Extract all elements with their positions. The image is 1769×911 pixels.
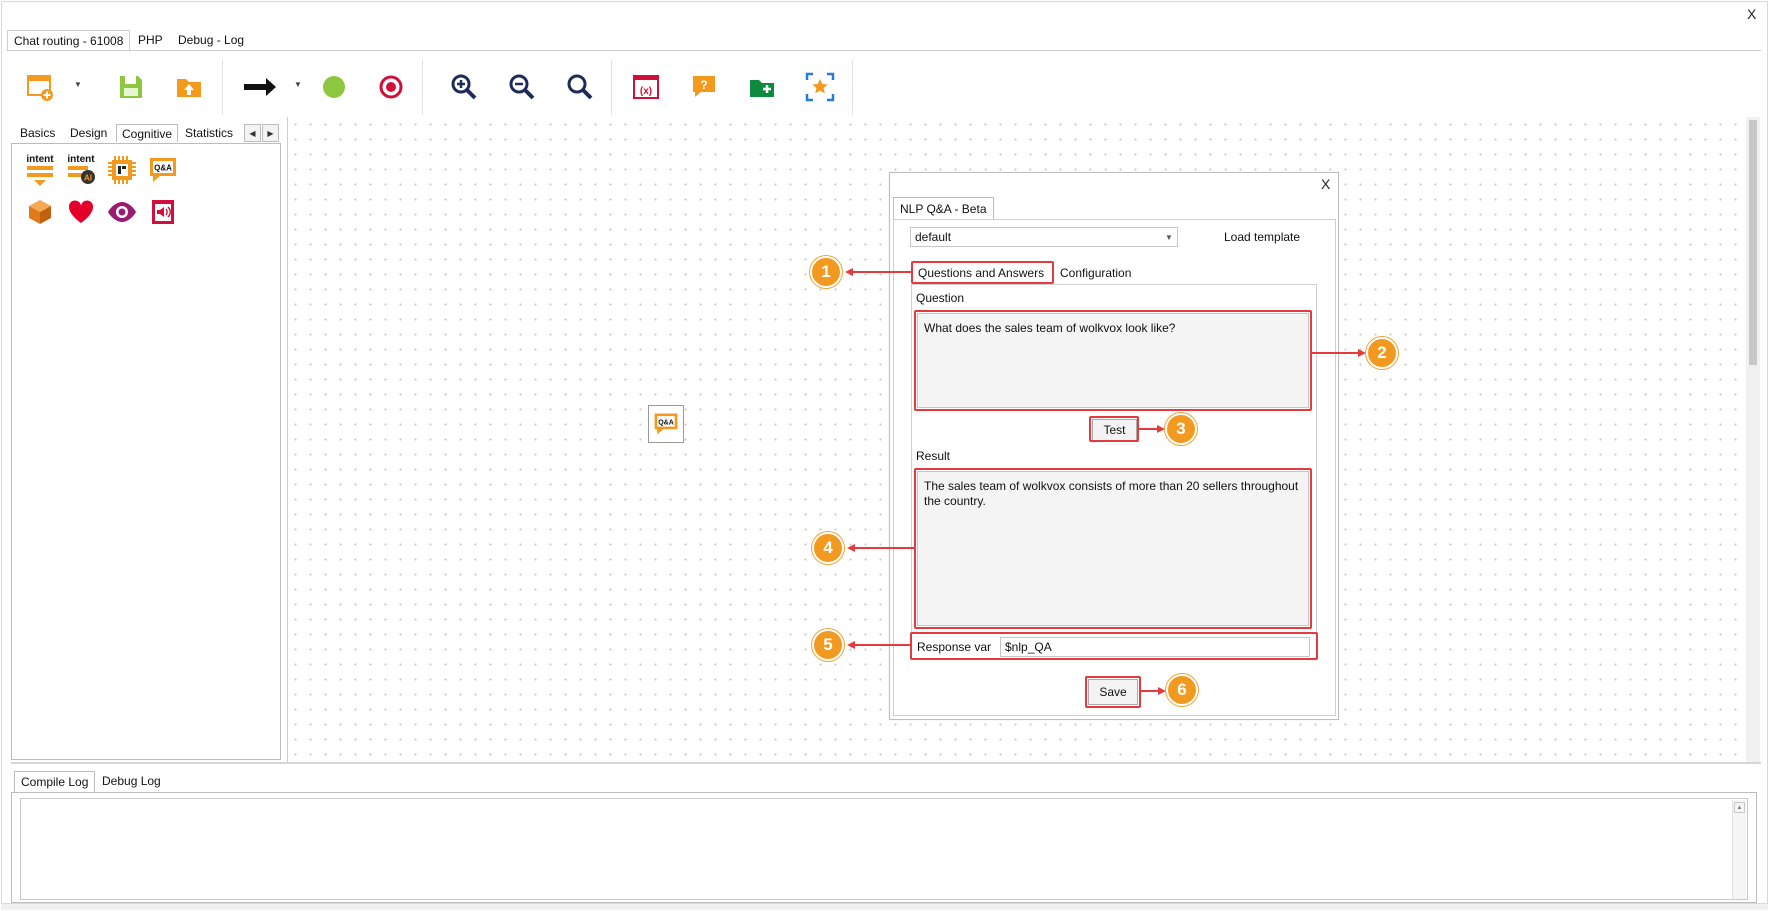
- new-flow-dropdown-icon[interactable]: ▼: [74, 80, 82, 89]
- start-node-button[interactable]: [314, 64, 354, 110]
- intent-ai-badge: AI: [84, 174, 92, 183]
- palette-chip[interactable]: [105, 153, 139, 187]
- qa-node-icon: Q&A: [654, 413, 678, 435]
- splitter[interactable]: [11, 762, 1761, 764]
- log-output[interactable]: [20, 798, 1748, 900]
- end-node-button[interactable]: [371, 64, 411, 110]
- connector-dropdown-icon[interactable]: ▼: [294, 80, 302, 89]
- highlight-question: [914, 310, 1312, 411]
- annotation-badge-2: 2: [1366, 337, 1398, 369]
- canvas-qa-node[interactable]: Q&A: [648, 405, 684, 443]
- tabs-scroll-left-button[interactable]: ◀: [244, 124, 261, 142]
- add-folder-button[interactable]: [742, 64, 782, 110]
- highlight-questions-tab: [911, 261, 1054, 284]
- help-button[interactable]: ?: [684, 64, 724, 110]
- tab-php[interactable]: PHP: [132, 30, 169, 50]
- zoom-in-icon: [451, 74, 477, 100]
- qa-icon: Q&A: [150, 158, 176, 182]
- palette-intent[interactable]: intent: [23, 153, 57, 187]
- load-template-button[interactable]: Load template: [1224, 230, 1300, 244]
- zoom-out-icon: [509, 74, 535, 100]
- annotation-badge-5: 5: [812, 629, 844, 661]
- annotation-badge-1: 1: [810, 256, 842, 288]
- tabs-scroll-right-button[interactable]: ▶: [262, 124, 279, 142]
- svg-text:?: ?: [700, 78, 707, 92]
- palette-heart[interactable]: [64, 195, 98, 229]
- zoom-fit-icon: [567, 74, 593, 100]
- scroll-up-icon[interactable]: ▲: [1734, 802, 1745, 813]
- open-button[interactable]: [169, 64, 209, 110]
- end-node-icon: [379, 75, 403, 99]
- upload-folder-icon: [177, 79, 201, 97]
- qa-node-label: Q&A: [658, 419, 674, 426]
- zoom-fit-button[interactable]: [560, 64, 600, 110]
- annotation-badge-3: 3: [1165, 413, 1197, 445]
- tab-design[interactable]: Design: [65, 124, 112, 142]
- help-chat-icon: ?: [693, 76, 715, 97]
- template-select[interactable]: default: [910, 227, 1178, 247]
- result-label: Result: [916, 449, 951, 463]
- box-icon: [29, 200, 51, 224]
- highlight-result: [914, 468, 1312, 629]
- palette-speaker[interactable]: [146, 195, 180, 229]
- subtab-configuration[interactable]: Configuration: [1056, 264, 1135, 284]
- save-icon: [120, 76, 142, 98]
- question-label: Question: [916, 291, 965, 305]
- intent-icon: intent: [26, 154, 54, 186]
- save-button[interactable]: [111, 64, 151, 110]
- start-node-icon: [323, 76, 345, 98]
- status-strip: [1, 903, 1768, 910]
- center-view-icon: [805, 72, 835, 102]
- qa-icon-text: Q&A: [154, 164, 172, 173]
- svg-text:(x): (x): [640, 86, 652, 97]
- tab-divider: [6, 50, 1761, 51]
- highlight-response-var: [910, 632, 1318, 660]
- chevron-down-icon[interactable]: ▼: [1165, 233, 1173, 242]
- variables-button[interactable]: (x): [626, 64, 666, 110]
- intent-text: intent: [26, 154, 54, 165]
- palette-eye[interactable]: [105, 195, 139, 229]
- tab-debug-log-bottom[interactable]: Debug Log: [96, 771, 167, 792]
- zoom-out-button[interactable]: [502, 64, 542, 110]
- tab-statistics[interactable]: Statistics: [180, 124, 238, 142]
- variables-icon: (x): [633, 75, 659, 99]
- annotation-badge-6: 6: [1166, 674, 1198, 706]
- dialog-close-button[interactable]: X: [1321, 176, 1330, 192]
- tab-chat-routing[interactable]: Chat routing - 61008: [7, 30, 131, 51]
- canvas-scroll-thumb[interactable]: [1749, 120, 1757, 365]
- highlight-test: [1089, 416, 1139, 442]
- highlight-save: [1085, 676, 1141, 708]
- tab-compile-log[interactable]: Compile Log: [14, 771, 96, 792]
- arrow-connector-icon: [244, 78, 276, 96]
- connector-button[interactable]: [240, 64, 280, 110]
- new-flow-icon: [27, 75, 53, 101]
- palette-box[interactable]: [23, 195, 57, 229]
- new-flow-button[interactable]: [20, 64, 60, 110]
- heart-icon: [68, 200, 94, 223]
- palette-intent-ai[interactable]: intent AI: [64, 153, 98, 187]
- intent-ai-icon: intent AI: [67, 154, 95, 184]
- eye-icon: [108, 202, 136, 222]
- tab-cognitive[interactable]: Cognitive: [116, 124, 179, 142]
- log-scrollbar[interactable]: ▲: [1732, 800, 1746, 899]
- palette-qa[interactable]: Q&A: [146, 153, 180, 187]
- window-close-button[interactable]: X: [1747, 6, 1756, 22]
- tab-nlp-qa[interactable]: NLP Q&A - Beta: [893, 197, 994, 219]
- chip-icon: [108, 156, 136, 184]
- intent-ai-text: intent: [67, 154, 95, 165]
- add-folder-icon: [750, 80, 774, 97]
- center-view-button[interactable]: [800, 64, 840, 110]
- palette-panel: [11, 143, 281, 760]
- tab-basics[interactable]: Basics: [15, 124, 60, 142]
- annotation-badge-4: 4: [812, 532, 844, 564]
- tab-debug-log[interactable]: Debug - Log: [172, 30, 250, 50]
- speaker-icon: [152, 200, 174, 224]
- zoom-in-button[interactable]: [444, 64, 484, 110]
